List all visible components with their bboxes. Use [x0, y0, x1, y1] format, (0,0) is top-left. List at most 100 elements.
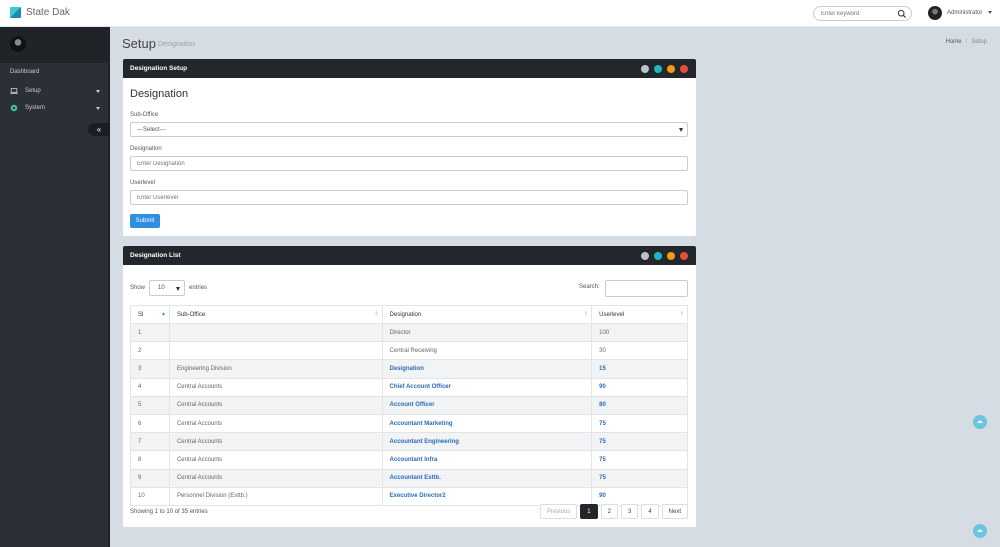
cell-sub-office: Central Accounts [168, 450, 383, 470]
chevron-down-icon[interactable] [988, 11, 992, 14]
pagination-next-button[interactable]: Next [661, 504, 688, 519]
table-row: 10 Personnel Division (Esttb.) Executive… [130, 486, 688, 506]
panel-title: Designation List [130, 252, 181, 259]
cell-designation-link[interactable]: Account Officer [381, 395, 593, 415]
close-icon[interactable] [680, 65, 688, 73]
cell-userlevel-link[interactable]: 75 [591, 468, 688, 488]
search-icon[interactable] [897, 9, 907, 19]
column-header-designation[interactable]: Designation ⇕ [381, 305, 593, 324]
sidebar-collapse-button[interactable]: « [88, 123, 110, 136]
close-icon[interactable] [680, 252, 688, 260]
chevron-down-icon [96, 90, 100, 93]
cell-userlevel-link[interactable]: 75 [591, 432, 688, 452]
column-header-userlevel[interactable]: Userlevel ⇕ [591, 305, 688, 324]
scroll-up-icon[interactable] [973, 415, 987, 429]
entries-label: entries [189, 285, 208, 291]
cell-sub-office: Central Accounts [168, 395, 383, 415]
table-search-label: Search: [579, 284, 600, 290]
top-navbar: State Dak Administrator [0, 0, 1000, 27]
table-search-input[interactable] [605, 280, 688, 297]
back-to-top-icon[interactable] [973, 524, 987, 538]
sub-office-selected-value: ---Select--- [137, 127, 166, 133]
refresh-icon[interactable] [641, 65, 649, 73]
page-length-select[interactable]: 10 [149, 280, 186, 296]
column-header-sub-office[interactable]: Sub-Office ⇕ [168, 305, 383, 324]
pagination-previous-button[interactable]: Previous [539, 504, 578, 519]
search-input[interactable] [821, 9, 896, 19]
cell-sub-office: Engineering Division [168, 359, 383, 379]
table-row: 5 Central Accounts Account Officer 80 [130, 395, 688, 415]
submit-button[interactable]: Submit [130, 214, 160, 228]
sub-office-select[interactable]: ---Select--- [130, 122, 688, 137]
designation-table: Sl ▲ Sub-Office ⇕ Designation ⇕ Userlevel ⇕ … [130, 305, 688, 506]
cell-userlevel: 100 [591, 322, 688, 343]
table-row: 7 Central Accounts Accountant Engineerin… [130, 432, 688, 452]
sidebar-item-label: System [25, 105, 46, 111]
cell-userlevel-link[interactable]: 15 [591, 359, 688, 379]
breadcrumb: Home / Setup [946, 39, 987, 45]
page-title: Setup [122, 36, 156, 51]
cell-designation-link[interactable]: Accountant Infra [381, 450, 593, 470]
cell-designation-link[interactable]: Chief Account Officer [381, 377, 593, 397]
cell-userlevel-link[interactable]: 75 [591, 450, 688, 470]
refresh-icon[interactable] [641, 252, 649, 260]
designation-setup-panel: Designation Setup Designation Sub-Office… [123, 59, 696, 236]
cell-userlevel-link[interactable]: 75 [591, 413, 688, 434]
cell-userlevel-link[interactable]: 90 [591, 486, 688, 506]
user-menu-label[interactable]: Administrator [947, 10, 982, 16]
sidebar-item-dashboard[interactable]: Dashboard [10, 69, 39, 75]
column-label: Designation [389, 311, 422, 318]
cell-userlevel-link[interactable]: 80 [591, 395, 688, 415]
table-info: Showing 1 to 10 of 35 entries [130, 509, 208, 515]
pagination-page-1[interactable]: 1 [580, 504, 598, 519]
sidebar-avatar[interactable] [10, 36, 26, 52]
breadcrumb-home[interactable]: Home [946, 39, 962, 45]
column-label: Sub-Office [176, 311, 206, 318]
table-row: 4 Central Accounts Chief Account Officer… [130, 377, 688, 397]
cell-designation-link[interactable]: Designation [381, 359, 593, 379]
settings-icon[interactable] [654, 65, 662, 73]
cell-sl: 10 [130, 486, 170, 506]
cell-sl: 6 [130, 413, 170, 434]
cell-designation-link[interactable]: Accountant Esttb. [381, 468, 593, 488]
user-avatar[interactable] [928, 6, 942, 20]
panel-title: Designation Setup [130, 65, 188, 72]
pagination: Previous 1 2 3 4 Next [539, 504, 688, 519]
sidebar-item-system[interactable]: System [0, 101, 108, 115]
designation-input[interactable] [131, 157, 687, 170]
cell-userlevel-link[interactable]: 90 [591, 377, 688, 397]
minimize-icon[interactable] [667, 252, 675, 260]
settings-icon[interactable] [654, 252, 662, 260]
brand[interactable]: State Dak [10, 7, 70, 18]
table-row: 1 Director 100 [130, 322, 688, 343]
page-length-control: Show 10 entries [130, 280, 207, 296]
caret-down-icon [176, 287, 181, 291]
cell-sl: 1 [130, 322, 170, 343]
brand-logo-icon [10, 7, 21, 18]
cell-userlevel: 30 [591, 341, 688, 361]
cell-sub-office: Central Accounts [168, 432, 383, 452]
cell-designation-link[interactable]: Accountant Marketing [381, 413, 593, 434]
column-header-sl[interactable]: Sl ▲ [130, 305, 170, 324]
pagination-page-3[interactable]: 3 [620, 504, 639, 519]
pagination-page-4[interactable]: 4 [641, 504, 659, 519]
minimize-icon[interactable] [667, 65, 675, 73]
page-subtitle: Designation [158, 41, 195, 48]
designation-label: Designation [130, 146, 162, 152]
cell-designation-link[interactable]: Executive Director2 [381, 486, 593, 506]
panel-header: Designation Setup [123, 59, 696, 78]
form-heading: Designation [130, 88, 189, 100]
pagination-page-2[interactable]: 2 [600, 504, 618, 519]
column-label: Sl [138, 311, 144, 318]
cell-sl: 8 [130, 450, 170, 470]
table-row: 8 Central Accounts Accountant Infra 75 [130, 450, 688, 470]
search-box [813, 6, 912, 21]
panel-tools [641, 252, 688, 260]
breadcrumb-separator: / [965, 39, 968, 45]
cell-designation-link[interactable]: Accountant Engineering [381, 432, 593, 452]
userlevel-field-wrap [130, 190, 688, 205]
userlevel-input[interactable] [131, 191, 687, 204]
sub-office-label: Sub-Office [130, 112, 159, 118]
userlevel-label: Userlevel [130, 180, 156, 186]
sidebar-item-setup[interactable]: Setup [0, 84, 108, 98]
